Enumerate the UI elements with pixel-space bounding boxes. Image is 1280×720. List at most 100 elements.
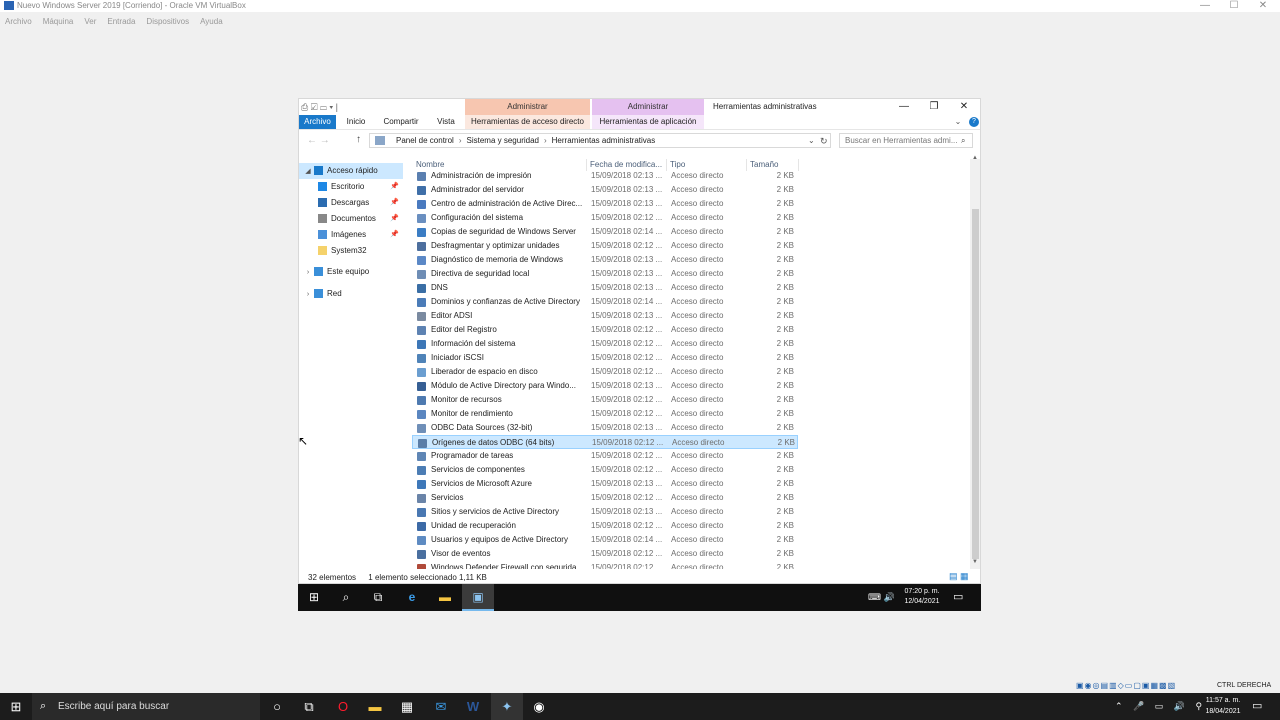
file-row[interactable]: Usuarios y equipos de Active Directory 15… [412, 533, 798, 547]
chrome-button[interactable]: ◉ [523, 693, 555, 720]
file-row[interactable]: Servicios 15/09/2018 02:12 ... Acceso dire… [412, 491, 798, 505]
tab-vista[interactable]: Vista [431, 115, 461, 129]
file-row[interactable]: Administrador del servidor 15/09/2018 02:… [412, 183, 798, 197]
file-row[interactable]: Windows Defender Firewall con segurida..… [412, 561, 798, 569]
address-dropdown-icon[interactable]: ⌄ [808, 134, 815, 147]
file-row[interactable]: Diagnóstico de memoria de Windows 15/09/2… [412, 253, 798, 267]
explorer-close-button[interactable]: ✕ [949, 99, 979, 115]
crumb-herramientas-administrativas[interactable]: Herramientas administrativas [552, 136, 656, 145]
store-button[interactable]: ▦ [391, 693, 423, 720]
file-row[interactable]: DNS 15/09/2018 02:13 ... Acceso directo 2 K… [412, 281, 798, 295]
guest-start-button[interactable]: ⊞ [298, 584, 330, 611]
file-row[interactable]: Desfragmentar y optimizar unidades 15/09/… [412, 239, 798, 253]
file-row[interactable]: ODBC Data Sources (32-bit) 15/09/2018 02:… [412, 421, 798, 435]
file-row[interactable]: Orígenes de datos ODBC (64 bits) 15/09/20… [412, 435, 798, 449]
scroll-up-icon[interactable]: ▲ [970, 155, 980, 161]
expand-chevron-icon[interactable]: ◢ [302, 164, 314, 180]
nav-item-5[interactable]: System32 [299, 243, 403, 259]
ribbon-expand-icon[interactable]: ⌄ [953, 115, 963, 129]
vbox-status-icons[interactable]: ▣◉◎▤▥◇▭▢▣▦▩▧ [1076, 681, 1176, 690]
nav-item-0[interactable]: ◢ Acceso rápido [299, 163, 403, 179]
file-row[interactable]: Unidad de recuperación 15/09/2018 02:12 .… [412, 519, 798, 533]
crumb-panel-de-control[interactable]: Panel de control [396, 136, 454, 145]
vertical-scrollbar[interactable]: ▲ ▼ [970, 155, 980, 569]
file-row[interactable]: Monitor de recursos 15/09/2018 02:12 ... A… [412, 393, 798, 407]
menu-ver[interactable]: Ver [84, 14, 96, 30]
file-row[interactable]: Copias de seguridad de Windows Server 15/… [412, 225, 798, 239]
guest-clock[interactable]: 07:20 p. m. 12/04/2021 [898, 587, 946, 607]
host-task-view-button[interactable]: ⧉ [293, 693, 325, 720]
word-button[interactable]: W [457, 693, 489, 720]
pin-icon[interactable]: 📌 [390, 227, 399, 243]
up-arrow-icon[interactable]: ↑ [356, 134, 361, 145]
host-clock[interactable]: 11:57 a. m. 18/04/2021 [1196, 695, 1250, 717]
guest-tray-icons[interactable]: ⌨ 🔊 [868, 584, 895, 611]
file-row[interactable]: Visor de eventos 15/09/2018 02:12 ... Acce… [412, 547, 798, 561]
help-icon[interactable]: ? [969, 117, 979, 127]
crumb-sistema-y-seguridad[interactable]: Sistema y seguridad [467, 136, 539, 145]
expand-chevron-icon[interactable]: › [302, 287, 314, 303]
cortana-button[interactable]: ○ [261, 693, 293, 720]
tab-herramientas-acceso-directo[interactable]: Herramientas de acceso directo [465, 115, 590, 129]
file-row[interactable]: Directiva de seguridad local 15/09/2018 0… [412, 267, 798, 281]
host-notification-icon[interactable]: ▭ [1252, 693, 1262, 720]
host-tray-icons[interactable]: ⌃ 🎤 ▭ 🔊 ⚲ [1115, 693, 1206, 720]
explorer-maximize-button[interactable]: ❐ [919, 99, 949, 115]
host-start-button[interactable]: ⊞ [0, 693, 32, 720]
guest-ie-button[interactable]: e [396, 584, 428, 611]
tab-herramientas-aplicacion[interactable]: Herramientas de aplicación [592, 115, 704, 129]
view-mode-buttons[interactable]: ▤ ▦ [949, 571, 969, 582]
file-row[interactable]: Programador de tareas 15/09/2018 02:12 ..… [412, 449, 798, 463]
column-separator[interactable] [798, 159, 799, 171]
scrollbar-thumb[interactable] [972, 209, 979, 559]
file-row[interactable]: Dominios y confianzas de Active Director… [412, 295, 798, 309]
guest-task-view-button[interactable]: ⧉ [362, 584, 394, 611]
menu-dispositivos[interactable]: Dispositivos [146, 14, 189, 30]
file-row[interactable]: Centro de administración de Active Direc… [412, 197, 798, 211]
nav-item-1[interactable]: Escritorio 📌 [299, 179, 403, 195]
back-forward-arrows[interactable]: ← → [307, 135, 330, 146]
menu-maquina[interactable]: Máquina [43, 14, 74, 30]
file-row[interactable]: Sitios y servicios de Active Directory 15… [412, 505, 798, 519]
file-row[interactable]: Monitor de rendimiento 15/09/2018 02:12 .… [412, 407, 798, 421]
expand-chevron-icon[interactable]: › [302, 265, 314, 281]
guest-notification-icon[interactable]: ▭ [953, 584, 963, 611]
tab-inicio[interactable]: Inicio [341, 115, 371, 129]
menu-archivo[interactable]: Archivo [5, 14, 32, 30]
file-row[interactable]: Servicios de Microsoft Azure 15/09/2018 0… [412, 477, 798, 491]
mail-button[interactable]: ✉ [425, 693, 457, 720]
file-row[interactable]: Servicios de componentes 15/09/2018 02:12… [412, 463, 798, 477]
nav-item-3[interactable]: Documentos 📌 [299, 211, 403, 227]
refresh-icon[interactable]: ↻ [820, 136, 828, 147]
file-row[interactable]: Configuración del sistema 15/09/2018 02:1… [412, 211, 798, 225]
tab-compartir[interactable]: Compartir [379, 115, 423, 129]
pin-icon[interactable]: 📌 [390, 211, 399, 227]
tab-archivo[interactable]: Archivo [299, 115, 336, 129]
guest-admin-tools-button[interactable]: ▣ [462, 584, 494, 611]
nav-item-4[interactable]: Imágenes 📌 [299, 227, 403, 243]
nav-item-7[interactable]: › Red [299, 286, 403, 302]
address-bar[interactable]: Panel de control › Sistema y seguridad › Her… [369, 133, 831, 148]
scroll-down-icon[interactable]: ▼ [970, 559, 980, 565]
minimize-button[interactable]: — [1198, 0, 1212, 12]
host-file-explorer-button[interactable]: ▬ [359, 693, 391, 720]
pin-icon[interactable]: 📌 [390, 195, 399, 211]
file-row[interactable]: Administración de impresión 15/09/2018 02… [412, 169, 798, 183]
file-row[interactable]: Editor del Registro 15/09/2018 02:12 ... A… [412, 323, 798, 337]
context-tab-administrar-app[interactable]: Administrar [592, 99, 704, 115]
context-tab-administrar-shortcut[interactable]: Administrar [465, 99, 590, 115]
opera-button[interactable]: O [327, 693, 359, 720]
file-row[interactable]: Liberador de espacio en disco 15/09/2018 … [412, 365, 798, 379]
menu-entrada[interactable]: Entrada [107, 14, 135, 30]
file-row[interactable]: Módulo de Active Directory para Windo...… [412, 379, 798, 393]
guest-search-button[interactable]: ⌕ [330, 584, 362, 611]
explorer-minimize-button[interactable]: — [889, 99, 919, 115]
file-row[interactable]: Editor ADSI 15/09/2018 02:13 ... Acceso di… [412, 309, 798, 323]
nav-item-6[interactable]: › Este equipo [299, 264, 403, 280]
guest-explorer-button[interactable]: ▬ [429, 584, 461, 611]
file-row[interactable]: Información del sistema 15/09/2018 02:12 … [412, 337, 798, 351]
maximize-button[interactable]: ☐ [1227, 0, 1241, 12]
file-row[interactable]: Iniciador iSCSI 15/09/2018 02:12 ... Acces… [412, 351, 798, 365]
quick-access-toolbar[interactable]: ⎙ ☑ ▭ ▾ | [301, 102, 338, 113]
close-button[interactable]: ✕ [1256, 0, 1270, 12]
